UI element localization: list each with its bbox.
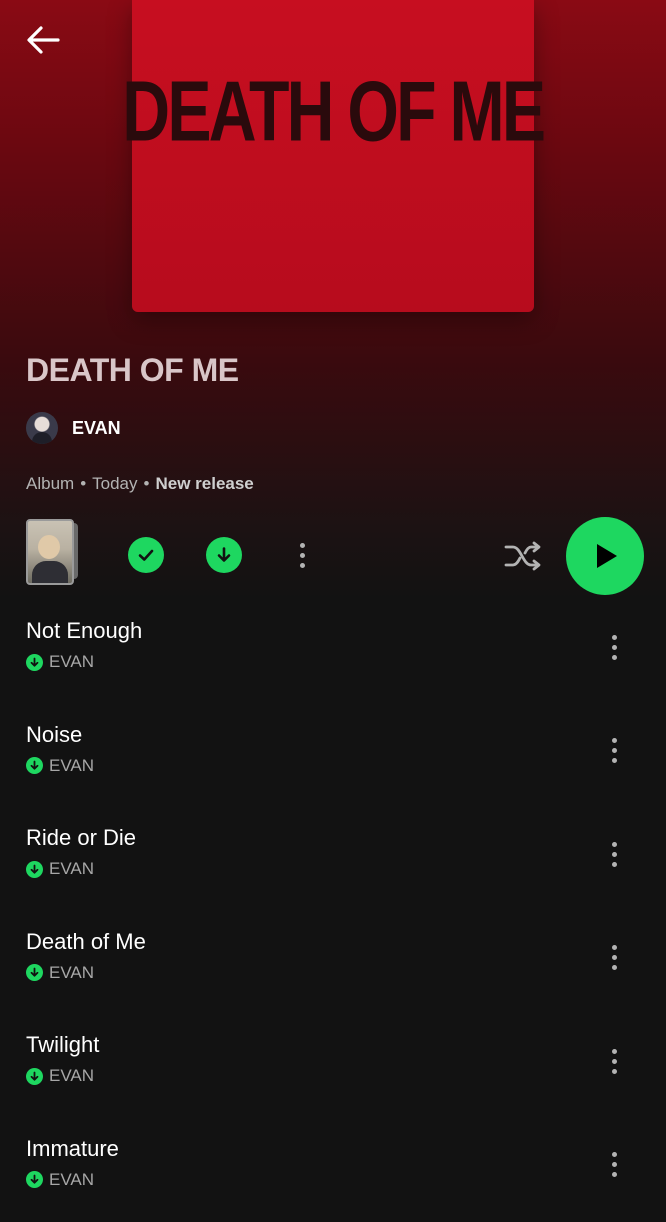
track-list: Not Enough EVAN Noise EVAN Ride or Die E… <box>0 600 666 1222</box>
downloaded-icon <box>26 1067 43 1085</box>
dot <box>611 841 617 847</box>
track-more-button[interactable] <box>599 832 629 876</box>
album-type: Album <box>26 474 75 493</box>
track-title: Ride or Die <box>26 825 137 851</box>
dot <box>611 1172 617 1178</box>
dot <box>611 1152 617 1158</box>
artist-avatar <box>26 412 58 444</box>
download-icon <box>217 547 231 562</box>
dot <box>611 1068 617 1074</box>
shuffle-button[interactable] <box>500 535 546 577</box>
new-release-label: New release <box>155 474 254 493</box>
dot <box>611 738 617 744</box>
track-title: Noise <box>26 721 83 747</box>
artist-link[interactable]: EVAN <box>26 412 121 444</box>
track-more-button[interactable] <box>599 625 629 669</box>
album-title: DEATH OF ME <box>26 352 239 388</box>
album-date: Today <box>92 474 138 493</box>
dot <box>611 634 617 640</box>
saved-button[interactable] <box>128 537 164 573</box>
meta-separator: • <box>80 474 87 493</box>
album-meta: Album • Today • New release <box>26 474 254 494</box>
check-icon <box>138 549 154 561</box>
track-artist: EVAN <box>49 962 95 982</box>
track-title: Immature <box>26 1135 119 1161</box>
track-more-button[interactable] <box>599 1039 629 1083</box>
track-more-button[interactable] <box>599 1143 629 1187</box>
track-row[interactable]: Twilight EVAN <box>0 1014 666 1118</box>
track-subtitle: EVAN <box>26 963 94 983</box>
track-row[interactable]: Ride or Die EVAN <box>0 807 666 911</box>
track-subtitle: EVAN <box>26 756 94 776</box>
back-button[interactable] <box>22 22 64 58</box>
downloaded-icon <box>26 757 43 775</box>
track-row[interactable]: Immature EVAN <box>0 1118 666 1222</box>
track-title: Not Enough <box>26 618 143 643</box>
dot <box>611 955 617 961</box>
meta-separator: • <box>143 474 150 493</box>
dot <box>611 945 617 951</box>
dot <box>611 861 617 867</box>
dot <box>611 748 617 754</box>
track-subtitle: EVAN <box>26 859 94 879</box>
track-more-button[interactable] <box>599 936 629 980</box>
downloaded-icon <box>26 1171 43 1189</box>
dot <box>299 562 305 568</box>
track-row[interactable]: Noise EVAN <box>0 704 666 808</box>
dot <box>611 1058 617 1064</box>
album-cover-text: DEATH OF ME <box>122 64 546 160</box>
downloaded-icon <box>26 964 43 982</box>
dot <box>611 654 617 660</box>
album-more-button[interactable] <box>287 533 317 577</box>
dot <box>611 644 617 650</box>
track-subtitle: EVAN <box>26 652 94 672</box>
track-artist: EVAN <box>49 859 95 879</box>
album-cover: DEATH OF ME <box>122 0 546 312</box>
track-artist: EVAN <box>49 755 95 775</box>
track-subtitle: EVAN <box>26 1066 94 1086</box>
thumbnail-image <box>26 519 74 585</box>
track-row[interactable]: Death of Me EVAN <box>0 911 666 1015</box>
track-more-button[interactable] <box>599 729 629 773</box>
play-icon <box>597 544 617 568</box>
play-button[interactable] <box>566 517 644 595</box>
dot <box>611 758 617 764</box>
track-title: Twilight <box>26 1032 100 1058</box>
dot <box>611 1162 617 1168</box>
album-controls <box>0 515 666 597</box>
dot <box>611 1048 617 1054</box>
track-artist: EVAN <box>49 1169 95 1189</box>
track-artist: EVAN <box>49 652 95 671</box>
dot <box>299 552 305 558</box>
arrow-left-icon <box>27 26 60 54</box>
track-title: Death of Me <box>26 928 146 954</box>
track-subtitle: EVAN <box>26 1170 94 1190</box>
track-row[interactable]: Not Enough EVAN <box>0 600 666 704</box>
downloaded-icon <box>26 653 43 671</box>
track-artist: EVAN <box>49 1066 95 1086</box>
downloaded-icon <box>26 860 43 878</box>
preview-thumbnail-button[interactable] <box>26 517 82 585</box>
shuffle-icon <box>504 541 541 571</box>
downloaded-button[interactable] <box>206 537 242 573</box>
artist-name: EVAN <box>72 417 121 438</box>
dot <box>611 965 617 971</box>
dot <box>299 542 305 548</box>
dot <box>611 851 617 857</box>
